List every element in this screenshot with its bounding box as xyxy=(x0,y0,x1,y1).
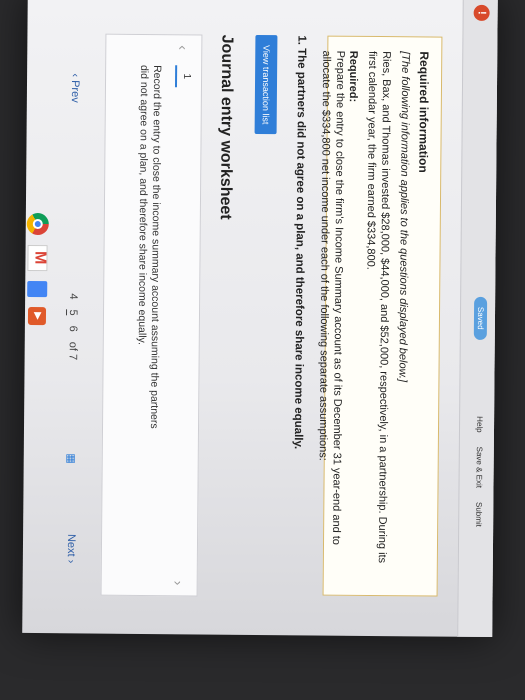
gmail-icon[interactable] xyxy=(27,244,48,272)
required-information-box: Required information [The following info… xyxy=(317,35,443,597)
save-exit-link[interactable]: Save & Exit xyxy=(474,447,483,488)
chevron-right-icon[interactable]: › xyxy=(171,581,187,586)
entry-tab-1[interactable]: 1 xyxy=(174,65,196,88)
required-instructions: Prepare the entry to close the firm's In… xyxy=(316,50,347,546)
monitor-screen: ! Saved Help Save & Exit Submit Required… xyxy=(22,0,498,638)
required-italic-note: [The following information applies to th… xyxy=(396,51,412,383)
view-transaction-list-button[interactable]: View transaction list xyxy=(254,34,278,135)
pagination: ‹ Prev 4 5 6 of 7 ▦ Next › xyxy=(53,33,88,593)
help-link[interactable]: Help xyxy=(475,416,484,433)
chrome-icon[interactable] xyxy=(26,212,49,236)
page-numbers: 4 5 6 of 7 xyxy=(65,293,80,361)
page-4[interactable]: 4 xyxy=(66,293,79,299)
page-6[interactable]: 6 xyxy=(66,326,79,332)
page-total: of 7 xyxy=(66,341,79,361)
required-scenario-text: Ries, Bax, and Thomas invested $28,000, … xyxy=(364,50,393,564)
prev-label: Prev xyxy=(68,80,82,103)
top-links: Help Save & Exit Submit xyxy=(474,416,484,527)
page-5-current[interactable]: 5 xyxy=(65,309,80,316)
worksheet-title: Journal entry worksheet xyxy=(216,34,236,220)
submit-link[interactable]: Submit xyxy=(474,502,483,527)
entry-instruction: Record the entry to close the income sum… xyxy=(135,64,164,429)
play-icon[interactable]: ▶ xyxy=(27,306,47,326)
journal-entry-box: ‹ 1 Record the entry to close the income… xyxy=(100,33,203,597)
alert-icon[interactable]: ! xyxy=(473,4,490,21)
grid-icon[interactable]: ▦ xyxy=(65,453,78,464)
saved-indicator: Saved xyxy=(473,296,488,340)
prev-button[interactable]: ‹ Prev xyxy=(69,73,81,102)
next-label: Next xyxy=(64,533,78,557)
next-button[interactable]: Next › xyxy=(65,534,77,563)
top-toolbar: ! Saved Help Save & Exit Submit xyxy=(457,0,498,638)
docs-icon[interactable] xyxy=(27,280,48,298)
taskbar-dock: ▶ xyxy=(24,212,51,326)
chevron-left-icon[interactable]: ‹ xyxy=(175,45,191,50)
question-text: 1. The partners did not agree on a plan,… xyxy=(291,35,308,450)
required-title: Required information xyxy=(416,51,432,173)
